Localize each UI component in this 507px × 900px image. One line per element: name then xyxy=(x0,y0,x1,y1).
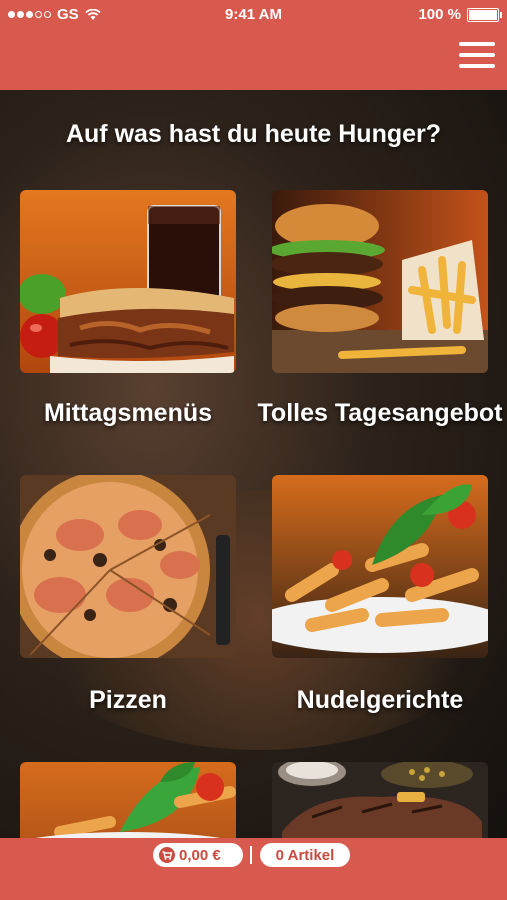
battery-icon xyxy=(467,7,502,22)
category-label: Tolles Tagesangebot xyxy=(257,399,503,427)
category-label: Pizzen xyxy=(89,686,167,714)
pasta-basil-image xyxy=(20,762,236,838)
app-header: GS 9:41 AM 100 % xyxy=(0,0,507,90)
hamburger-menu-icon[interactable] xyxy=(459,40,495,70)
cart-total-button[interactable]: 0,00 € xyxy=(153,843,243,867)
cart-footer: 0,00 € 0 Artikel xyxy=(0,838,507,900)
cart-item-count: 0 Artikel xyxy=(275,846,335,864)
category-screen: Auf was hast du heute Hunger? Mittagsmen… xyxy=(0,90,507,838)
page-title: Auf was hast du heute Hunger? xyxy=(65,120,442,148)
category-label: Mittagsmenüs xyxy=(43,399,213,427)
category-label: Nudelgerichte xyxy=(296,686,464,714)
battery-status: 100 % xyxy=(418,6,502,23)
pizza-image xyxy=(20,475,236,658)
doner-kebab-image xyxy=(20,190,236,373)
burger-fries-image xyxy=(272,190,488,373)
battery-percent: 100 % xyxy=(418,6,461,23)
cart-price: 0,00 € xyxy=(179,846,221,864)
footer-divider xyxy=(250,846,252,864)
steak-image xyxy=(272,762,488,838)
status-bar: GS 9:41 AM 100 % xyxy=(0,0,507,30)
cart-items-button[interactable]: 0 Artikel xyxy=(260,843,350,867)
cart-icon xyxy=(159,847,175,863)
penne-pasta-image xyxy=(272,475,488,658)
